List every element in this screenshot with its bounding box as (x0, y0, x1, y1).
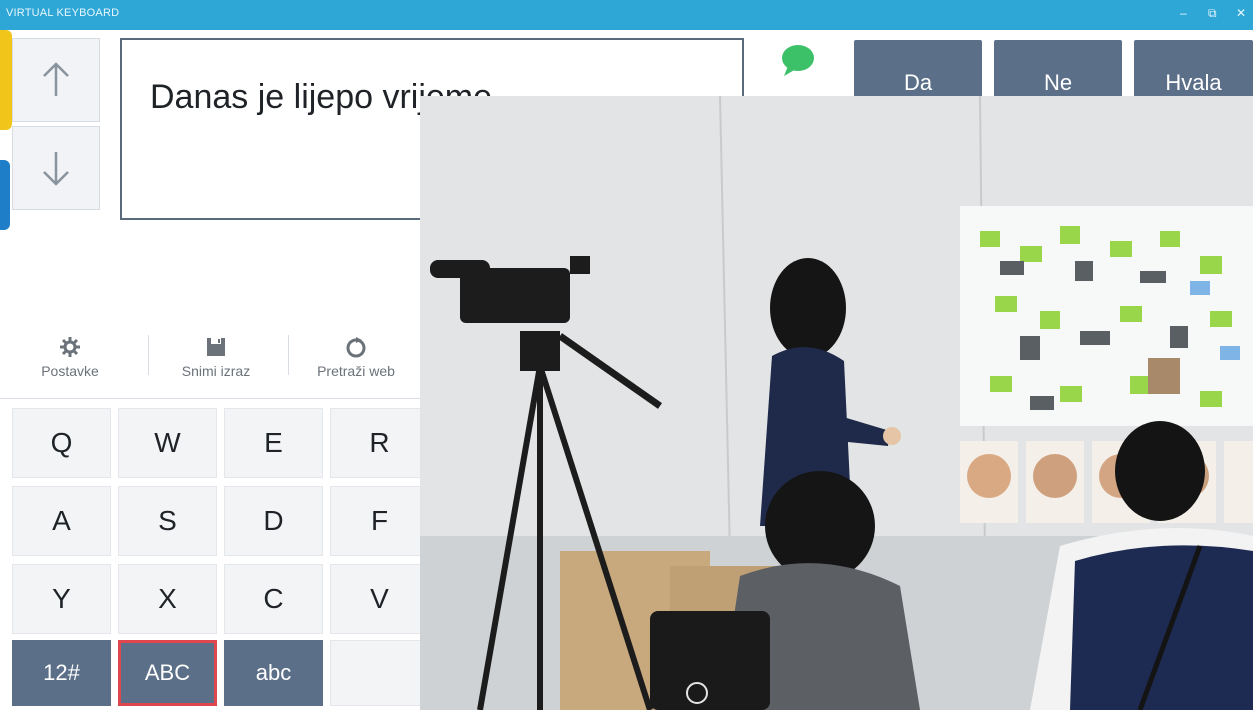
key-c[interactable]: C (224, 564, 323, 634)
phrase-button-ne[interactable]: Ne (994, 40, 1122, 98)
key-e[interactable]: E (224, 408, 323, 478)
save-icon (207, 338, 225, 356)
web-search-button[interactable]: Pretraži web (296, 335, 416, 395)
key-x[interactable]: X (118, 564, 217, 634)
arrow-down-icon (43, 152, 69, 186)
speech-bubble-icon (782, 45, 814, 76)
overlay-photo (420, 96, 1253, 710)
key-y[interactable]: Y (12, 564, 111, 634)
window-titlebar: VIRTUAL KEYBOARD ‒ ⧉ ✕ (0, 0, 1253, 30)
gear-icon (60, 337, 80, 357)
save-phrase-button[interactable]: Snimi izraz (156, 335, 276, 395)
mode-key-lowercase[interactable]: abc (224, 640, 323, 706)
key-r[interactable]: R (330, 408, 429, 478)
web-search-icon (346, 337, 366, 358)
key-d[interactable]: D (224, 486, 323, 556)
scroll-up-button[interactable] (12, 38, 100, 122)
web-search-label: Pretraži web (317, 363, 395, 379)
minimize-button[interactable]: ‒ (1180, 6, 1187, 20)
key-a[interactable]: A (12, 486, 111, 556)
key-f[interactable]: F (330, 486, 429, 556)
arrow-up-icon (43, 62, 69, 96)
mode-key-numbers[interactable]: 12# (12, 640, 111, 706)
key-q[interactable]: Q (12, 408, 111, 478)
scroll-down-button[interactable] (12, 126, 100, 210)
maximize-button[interactable]: ⧉ (1208, 6, 1217, 21)
background-decoration (0, 160, 10, 230)
background-decoration (0, 30, 12, 130)
toolbar-divider (288, 335, 289, 375)
settings-label: Postavke (41, 363, 99, 379)
key-v[interactable]: V (330, 564, 429, 634)
phrase-button-da[interactable]: Da (854, 40, 982, 98)
close-button[interactable]: ✕ (1236, 6, 1246, 20)
keyboard-divider (0, 398, 420, 399)
settings-button[interactable]: Postavke (10, 335, 130, 395)
save-phrase-label: Snimi izraz (181, 363, 251, 379)
window-title: VIRTUAL KEYBOARD (6, 7, 120, 19)
mode-key-uppercase[interactable]: ABC (118, 640, 217, 706)
phrase-button-hvala[interactable]: Hvala (1134, 40, 1253, 98)
key-s[interactable]: S (118, 486, 217, 556)
speak-button[interactable] (752, 38, 846, 96)
toolbar-divider (148, 335, 149, 375)
key-w[interactable]: W (118, 408, 217, 478)
photo-scene (420, 96, 1253, 710)
space-key[interactable] (330, 640, 429, 706)
